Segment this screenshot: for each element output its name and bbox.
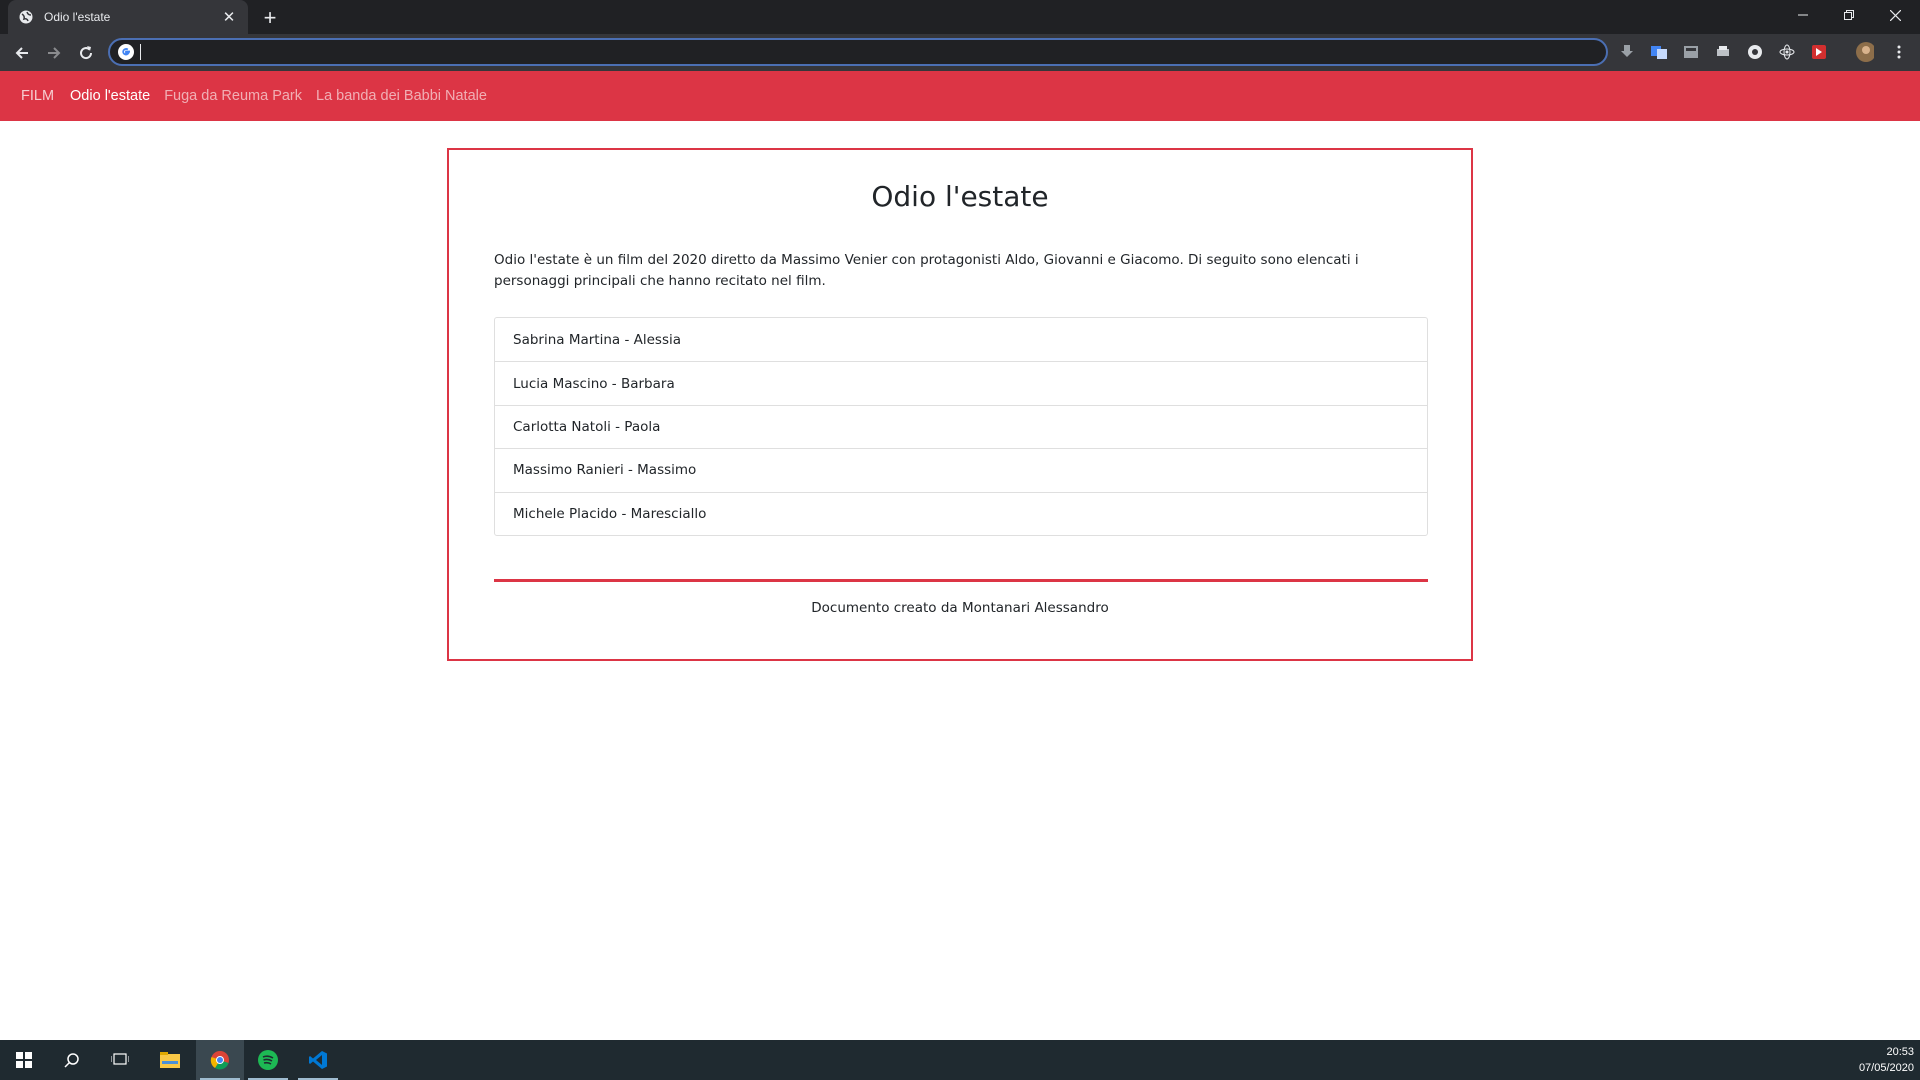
download-icon[interactable]: [1618, 43, 1636, 61]
globe-icon: [18, 9, 34, 25]
reload-icon[interactable]: [72, 39, 100, 67]
extension-react-icon[interactable]: [1778, 43, 1796, 61]
footer-divider: [494, 579, 1428, 582]
browser-tab-strip: Odio l'estate ✕ +: [0, 0, 1920, 34]
list-item: Sabrina Martina - Alessia: [513, 331, 682, 348]
forward-arrow-icon[interactable]: [40, 39, 68, 67]
footer-credit: Documento creato da Montanari Alessandro: [811, 600, 1109, 616]
nav-link-la-banda-dei-babbi-natale[interactable]: La banda dei Babbi Natale: [316, 88, 487, 104]
list-item: Michele Placido - Maresciallo: [495, 491, 1427, 535]
site-navbar: FILM Odio l'estate Fuga da Reuma Park La…: [0, 71, 1920, 121]
search-icon[interactable]: [48, 1040, 96, 1080]
nav-link-odio-lestate[interactable]: Odio l'estate: [70, 88, 150, 104]
navbar-brand[interactable]: FILM: [21, 88, 54, 104]
back-arrow-icon[interactable]: [8, 39, 36, 67]
clock-time: 20:53: [1886, 1046, 1914, 1058]
film-description: Odio l'estate è un film del 2020 diretto…: [494, 252, 1359, 289]
browser-tab[interactable]: Odio l'estate ✕: [8, 0, 248, 34]
extension-circle-icon[interactable]: [1746, 43, 1764, 61]
list-item: Carlotta Natoli - Paola: [495, 404, 1427, 448]
tab-close-icon[interactable]: ✕: [220, 8, 238, 26]
text-cursor: [140, 44, 141, 60]
minimize-button[interactable]: [1780, 0, 1826, 30]
clock-date: 07/05/2020: [1858, 1062, 1914, 1074]
google-icon: [118, 44, 134, 60]
spotify-icon[interactable]: [244, 1040, 292, 1080]
list-item: Lucia Mascino - Barbara: [495, 361, 1427, 404]
windows-taskbar: 20:53 07/05/2020: [0, 1040, 1920, 1080]
nav-link-fuga-da-reuma-park[interactable]: Fuga da Reuma Park: [164, 88, 302, 104]
page-title: Odio l'estate: [871, 180, 1049, 213]
windows-start-icon[interactable]: [0, 1040, 48, 1080]
menu-kebab-icon[interactable]: [1890, 43, 1908, 61]
restore-button[interactable]: [1826, 0, 1872, 30]
extension-red-icon[interactable]: [1810, 43, 1828, 61]
vscode-icon[interactable]: [294, 1040, 342, 1080]
chrome-taskbar-icon[interactable]: [196, 1040, 244, 1080]
extension-print-icon[interactable]: [1714, 43, 1732, 61]
browser-toolbar: [0, 34, 1920, 71]
film-card: Odio l'estate Odio l'estate è un film de…: [447, 148, 1473, 661]
profile-avatar[interactable]: [1856, 42, 1874, 62]
close-window-button[interactable]: [1872, 0, 1918, 30]
file-explorer-icon[interactable]: [146, 1040, 194, 1080]
system-clock[interactable]: 20:53 07/05/2020: [1859, 1044, 1914, 1076]
address-bar[interactable]: [108, 38, 1608, 66]
list-item: Massimo Ranieri - Massimo: [495, 448, 1427, 491]
task-view-icon[interactable]: [96, 1040, 144, 1080]
extension-grid-icon[interactable]: [1682, 43, 1700, 61]
new-tab-button[interactable]: +: [256, 4, 284, 32]
cast-list: Sabrina Martina - Alessia Lucia Mascino …: [494, 317, 1428, 536]
translate-extension-icon[interactable]: [1650, 43, 1668, 61]
tab-title: Odio l'estate: [44, 10, 111, 24]
